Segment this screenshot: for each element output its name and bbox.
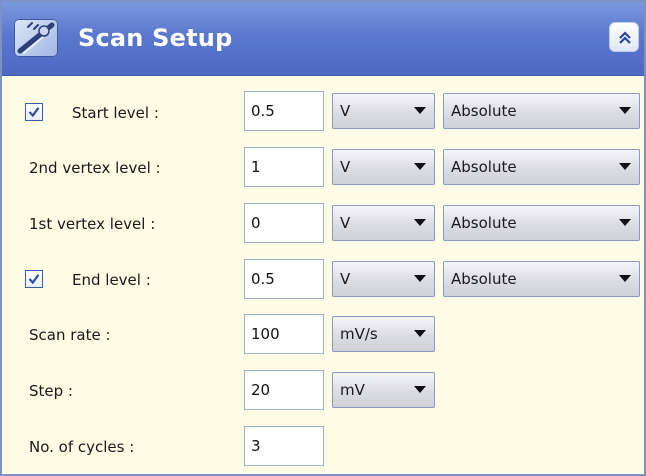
scan-rate-unit-value: mV/s (340, 325, 378, 343)
start-level-input[interactable]: 0.5 (244, 91, 324, 131)
step-unit-value: mV (340, 381, 365, 399)
start-level-label: Start level : (72, 104, 159, 122)
first-vertex-unit-value: V (340, 214, 351, 232)
end-level-unit-dropdown[interactable]: V (332, 261, 435, 297)
second-vertex-mode-dropdown[interactable]: Absolute (443, 149, 640, 185)
second-vertex-unit-value: V (340, 158, 351, 176)
step-label: Step : (29, 382, 73, 400)
start-level-checkbox[interactable] (25, 103, 43, 121)
second-vertex-level-input[interactable]: 1 (244, 147, 324, 187)
dropdown-arrow-icon (414, 330, 426, 337)
start-level-mode-dropdown[interactable]: Absolute (443, 93, 640, 129)
start-level-unit-dropdown[interactable]: V (332, 93, 435, 129)
dropdown-arrow-icon (619, 107, 631, 114)
double-chevron-up-icon (619, 31, 631, 44)
first-vertex-mode-value: Absolute (451, 214, 517, 232)
start-level-mode-value: Absolute (451, 102, 517, 120)
end-level-mode-dropdown[interactable]: Absolute (443, 261, 640, 297)
panel-header: Scan Setup (2, 2, 644, 76)
second-vertex-mode-value: Absolute (451, 158, 517, 176)
cycles-label: No. of cycles : (29, 438, 135, 456)
first-vertex-level-label: 1st vertex level : (29, 215, 156, 233)
panel-title: Scan Setup (78, 24, 233, 52)
dropdown-arrow-icon (619, 219, 631, 226)
checkmark-icon (28, 107, 40, 118)
collapse-button[interactable] (609, 22, 639, 52)
end-level-unit-value: V (340, 270, 351, 288)
cycles-input[interactable]: 3 (244, 426, 324, 466)
second-vertex-level-label: 2nd vertex level : (29, 159, 161, 177)
first-vertex-level-input[interactable]: 0 (244, 203, 324, 243)
step-unit-dropdown[interactable]: mV (332, 372, 435, 408)
dropdown-arrow-icon (414, 275, 426, 282)
start-level-unit-value: V (340, 102, 351, 120)
end-level-mode-value: Absolute (451, 270, 517, 288)
second-vertex-unit-dropdown[interactable]: V (332, 149, 435, 185)
end-level-input[interactable]: 0.5 (244, 259, 324, 299)
dropdown-arrow-icon (414, 386, 426, 393)
end-level-label: End level : (72, 271, 151, 289)
dropdown-arrow-icon (414, 219, 426, 226)
step-input[interactable]: 20 (244, 370, 324, 410)
dropdown-arrow-icon (414, 163, 426, 170)
scan-rate-unit-dropdown[interactable]: mV/s (332, 316, 435, 352)
end-level-checkbox[interactable] (25, 270, 43, 288)
scan-tool-icon (14, 19, 58, 57)
first-vertex-unit-dropdown[interactable]: V (332, 205, 435, 241)
dropdown-arrow-icon (619, 275, 631, 282)
dropdown-arrow-icon (619, 163, 631, 170)
first-vertex-mode-dropdown[interactable]: Absolute (443, 205, 640, 241)
scan-setup-panel: Scan Setup Start level : 0.5 V Absolute … (0, 0, 646, 476)
dropdown-arrow-icon (414, 107, 426, 114)
checkmark-icon (28, 274, 40, 285)
scan-rate-label: Scan rate : (29, 326, 111, 344)
scan-rate-input[interactable]: 100 (244, 314, 324, 354)
